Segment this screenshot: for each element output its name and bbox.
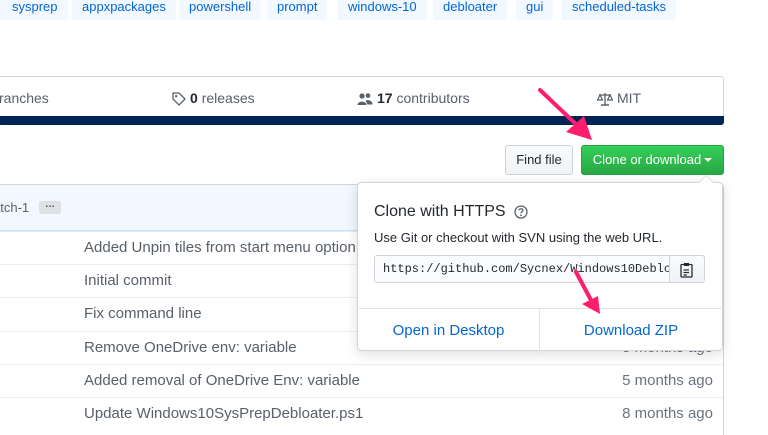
expand-ellipsis-button[interactable]: … xyxy=(39,200,61,214)
topic-tag[interactable]: debloater xyxy=(433,0,508,20)
annotation-arrow-clone xyxy=(538,88,592,140)
commit-message[interactable]: Added Unpin tiles from start menu option xyxy=(84,239,356,256)
topic-tag[interactable]: appxpackages xyxy=(72,0,176,20)
contributors-label: contributors xyxy=(396,90,470,106)
releases-label: releases xyxy=(201,90,255,106)
contributors-link[interactable]: 17 contributors xyxy=(357,90,470,106)
topic-tag[interactable]: prompt xyxy=(267,0,328,20)
commit-message[interactable]: Added removal of OneDrive Env: variable xyxy=(84,372,360,389)
language-bar xyxy=(0,116,724,125)
clone-download-button[interactable]: Clone or download xyxy=(581,145,724,175)
commit-message[interactable]: Remove OneDrive env: variable xyxy=(84,339,297,356)
releases-link[interactable]: 0 releases xyxy=(172,90,255,106)
annotation-arrow-download xyxy=(574,270,600,314)
clone-download-label: Clone or download xyxy=(592,152,702,167)
commit-message[interactable]: Initial commit xyxy=(84,272,172,289)
commit-age: 5 months ago xyxy=(622,372,713,389)
tag-icon xyxy=(172,92,186,106)
caret-down-icon xyxy=(704,158,713,162)
clone-dropdown: Clone with HTTPS Use Git or checkout wit… xyxy=(357,175,723,353)
branch-name[interactable]: atch-1 xyxy=(0,200,29,215)
question-circle-icon[interactable] xyxy=(514,205,528,219)
topic-tag[interactable]: scheduled-tasks xyxy=(562,0,676,20)
topic-tag[interactable]: windows-10 xyxy=(338,0,427,20)
topic-tag[interactable]: sysprep xyxy=(0,0,68,20)
contributors-count: 17 xyxy=(377,90,393,106)
releases-count: 0 xyxy=(190,90,198,106)
clone-description: Use Git or checkout with SVN using the w… xyxy=(374,230,663,245)
copy-url-button[interactable] xyxy=(669,255,705,283)
commit-message[interactable]: Fix command line xyxy=(84,305,202,322)
clone-actions: Open in Desktop Download ZIP xyxy=(358,308,722,353)
branches-label: ranches xyxy=(0,90,49,106)
license-link[interactable]: MIT xyxy=(596,90,642,106)
clone-url-input[interactable]: https://github.com/Sycnex/Windows10Deblo… xyxy=(374,255,670,283)
people-icon xyxy=(357,93,373,105)
open-in-desktop-link[interactable]: Open in Desktop xyxy=(358,309,540,353)
topic-tag[interactable]: gui xyxy=(516,0,554,20)
table-row: Update Windows10SysPrepDebloater.ps1 8 m… xyxy=(0,397,723,430)
branches-link[interactable]: ranches xyxy=(0,90,49,106)
license-label: MIT xyxy=(617,90,642,106)
table-row: Added removal of OneDrive Env: variable … xyxy=(0,364,723,397)
clipboard-icon xyxy=(680,263,693,278)
commit-age: 8 months ago xyxy=(622,405,713,422)
commit-message[interactable]: Update Windows10SysPrepDebloater.ps1 xyxy=(84,405,363,422)
topic-tag[interactable]: powershell xyxy=(179,0,262,20)
clone-title: Clone with HTTPS xyxy=(374,203,506,220)
